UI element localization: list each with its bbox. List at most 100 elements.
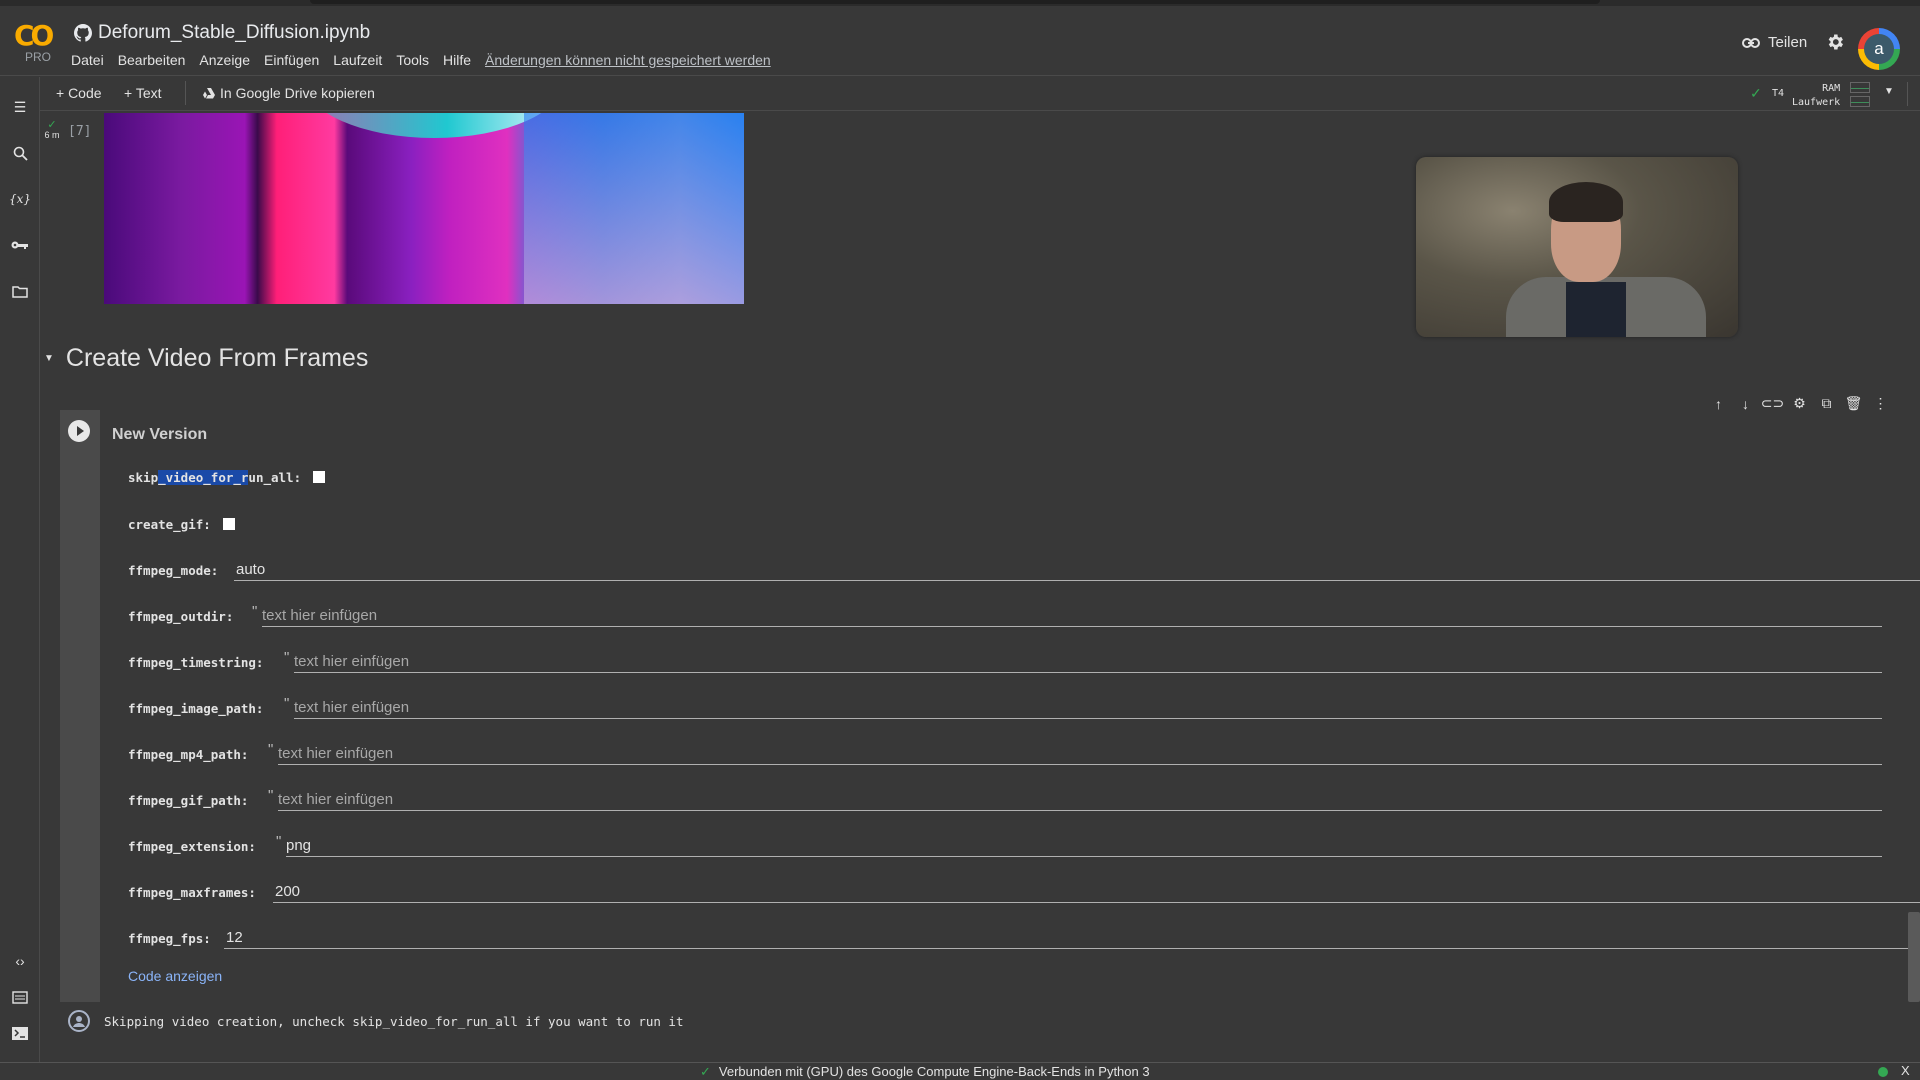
- share-label: Teilen: [1768, 34, 1808, 51]
- mirror-cell-icon[interactable]: ⧉: [1818, 395, 1835, 412]
- field-label: ffmpeg_outdir:: [128, 608, 234, 624]
- menu-hilfe[interactable]: Hilfe: [443, 52, 471, 68]
- move-down-icon[interactable]: ↓: [1737, 395, 1754, 412]
- more-options-icon[interactable]: ⋮: [1872, 395, 1889, 412]
- runtime-dropdown-icon[interactable]: ▼: [1884, 86, 1894, 97]
- connection-status: ✓ Verbunden mit (GPU) des Google Compute…: [700, 1064, 1150, 1080]
- add-text-button[interactable]: + Text: [124, 85, 162, 101]
- disk-label: Laufwerk: [1792, 97, 1841, 108]
- field-label: ffmpeg_image_path:: [128, 700, 264, 716]
- link-icon[interactable]: ⊂⊃: [1761, 395, 1784, 412]
- delete-trash-icon[interactable]: 🗑: [1845, 395, 1863, 412]
- ffmpeg-timestring-input[interactable]: text hier einfügen: [294, 651, 1882, 673]
- left-sidebar: ☰ {x} ‹›: [0, 77, 40, 1062]
- browser-tab-strip: [310, 0, 1600, 4]
- collapse-caret-icon[interactable]: ▼: [44, 353, 54, 364]
- connected-check-icon: ✓: [1750, 85, 1762, 101]
- menu-laufzeit[interactable]: Laufzeit: [333, 52, 382, 68]
- vertical-scrollbar[interactable]: [1908, 912, 1920, 1002]
- unsaved-changes-link[interactable]: Änderungen können nicht gespeichert werd…: [485, 52, 771, 68]
- execution-count: [7]: [68, 124, 92, 139]
- github-icon: [74, 24, 92, 42]
- output-image: [104, 113, 744, 304]
- quote-open: ": [284, 695, 290, 712]
- menu-datei[interactable]: Datei: [71, 52, 104, 68]
- field-ffmpeg-mode: ffmpeg_mode: auto: [128, 559, 1920, 581]
- ffmpeg-gif-path-input[interactable]: text hier einfügen: [278, 789, 1882, 811]
- quote-open: ": [284, 649, 290, 666]
- files-folder-icon[interactable]: [10, 281, 30, 301]
- variables-icon[interactable]: {x}: [9, 189, 31, 209]
- show-code-link[interactable]: Code anzeigen: [128, 968, 222, 984]
- notebook-title-text: Deforum_Stable_Diffusion.ipynb: [98, 22, 371, 43]
- menu-tools[interactable]: Tools: [396, 52, 429, 68]
- skip-video-checkbox[interactable]: [313, 471, 326, 483]
- output-user-icon[interactable]: [68, 1010, 90, 1032]
- link-icon: [1742, 37, 1760, 48]
- status-bar: ✓ Verbunden mit (GPU) des Google Compute…: [0, 1062, 1920, 1080]
- image-sky: [524, 113, 744, 304]
- connection-indicator-dot: [1878, 1067, 1888, 1077]
- exec-duration: 6 m: [44, 130, 60, 140]
- move-up-icon[interactable]: ↑: [1710, 395, 1727, 412]
- ffmpeg-mode-dropdown[interactable]: auto: [234, 559, 1920, 581]
- ffmpeg-extension-input[interactable]: png: [286, 835, 1882, 857]
- quote-open: ": [268, 787, 274, 804]
- ram-usage-bar: [1850, 82, 1870, 93]
- field-ffmpeg-outdir: ffmpeg_outdir: " text hier einfügen ": [128, 603, 1920, 627]
- field-ffmpeg-fps: ffmpeg_fps: 12: [128, 927, 1920, 949]
- close-statusbar-button[interactable]: X: [1901, 1063, 1910, 1078]
- runtime-status[interactable]: ✓ T4 RAM Laufwerk ▼ ︿: [1750, 80, 1920, 108]
- webcam-person-shirt: [1566, 282, 1626, 337]
- menu-einfuegen[interactable]: Einfügen: [264, 52, 319, 68]
- notebook-toolbar: + Code + Text In Google Drive kopieren ✓…: [40, 77, 1920, 111]
- run-cell-button[interactable]: [68, 420, 90, 442]
- colab-logo[interactable]: CO PRO: [14, 22, 56, 66]
- ram-label: RAM: [1822, 83, 1841, 94]
- quote-open: ": [268, 741, 274, 758]
- ffmpeg-outdir-input[interactable]: text hier einfügen: [262, 605, 1882, 627]
- ffmpeg-maxframes-input[interactable]: 200: [273, 881, 1920, 903]
- connected-check-icon: ✓: [700, 1064, 711, 1079]
- secrets-key-icon[interactable]: [10, 235, 30, 255]
- section-header[interactable]: ▼ Create Video From Frames: [44, 344, 368, 373]
- menu-bearbeiten[interactable]: Bearbeiten: [118, 52, 186, 68]
- field-ffmpeg-timestring: ffmpeg_timestring: " text hier einfügen …: [128, 649, 1920, 673]
- disk-usage-bar: [1850, 96, 1870, 107]
- pro-badge: PRO: [24, 50, 51, 64]
- quote-open: ": [276, 833, 282, 850]
- menu-anzeige[interactable]: Anzeige: [199, 52, 250, 68]
- field-label: ffmpeg_timestring:: [128, 654, 264, 670]
- search-icon[interactable]: [10, 143, 30, 163]
- settings-gear-icon[interactable]: [1825, 32, 1845, 52]
- execution-status: ✓ 6 m: [42, 120, 62, 141]
- copy-to-drive-button[interactable]: In Google Drive kopieren: [203, 85, 375, 101]
- user-avatar[interactable]: a: [1861, 31, 1897, 67]
- menu-bar: Datei Bearbeiten Anzeige Einfügen Laufze…: [71, 52, 771, 68]
- form-cell[interactable]: ↑ ↓ ⊂⊃ ⚙ ⧉ 🗑 ⋮ New Version skip_video_fo…: [60, 395, 1920, 1002]
- field-ffmpeg-extension: ffmpeg_extension: " png ": [128, 833, 1920, 857]
- selected-text: _video_for_r: [158, 469, 249, 485]
- field-label: skip_video_for_run_all:: [128, 469, 302, 485]
- table-of-contents-icon[interactable]: ☰: [10, 97, 30, 117]
- logo-text: CO: [14, 19, 54, 52]
- cell-settings-gear-icon[interactable]: ⚙: [1791, 395, 1808, 412]
- add-code-button[interactable]: + Code: [56, 85, 102, 101]
- ffmpeg-image-path-input[interactable]: text hier einfügen: [294, 697, 1882, 719]
- code-snippets-icon[interactable]: ‹›: [10, 951, 30, 971]
- share-button[interactable]: Teilen: [1742, 34, 1807, 51]
- terminal-icon[interactable]: [10, 1023, 30, 1043]
- webcam-person-hair: [1549, 182, 1623, 222]
- field-label: ffmpeg_extension:: [128, 838, 256, 854]
- ffmpeg-mp4-path-input[interactable]: text hier einfügen: [278, 743, 1882, 765]
- create-gif-checkbox[interactable]: [222, 518, 235, 530]
- cell-gutter: [60, 410, 100, 1002]
- field-ffmpeg-image-path: ffmpeg_image_path: " text hier einfügen …: [128, 695, 1920, 719]
- ffmpeg-fps-input[interactable]: 12: [224, 927, 1920, 949]
- cell-toolbar: ↑ ↓ ⊂⊃ ⚙ ⧉ 🗑 ⋮: [1710, 395, 1889, 412]
- command-palette-icon[interactable]: [10, 987, 30, 1007]
- field-ffmpeg-maxframes: ffmpeg_maxframes: 200: [128, 881, 1920, 903]
- form-title: New Version: [112, 426, 208, 443]
- notebook-title[interactable]: Deforum_Stable_Diffusion.ipynb: [74, 22, 370, 44]
- field-skip-video-for-run-all: skip_video_for_run_all:: [128, 466, 326, 488]
